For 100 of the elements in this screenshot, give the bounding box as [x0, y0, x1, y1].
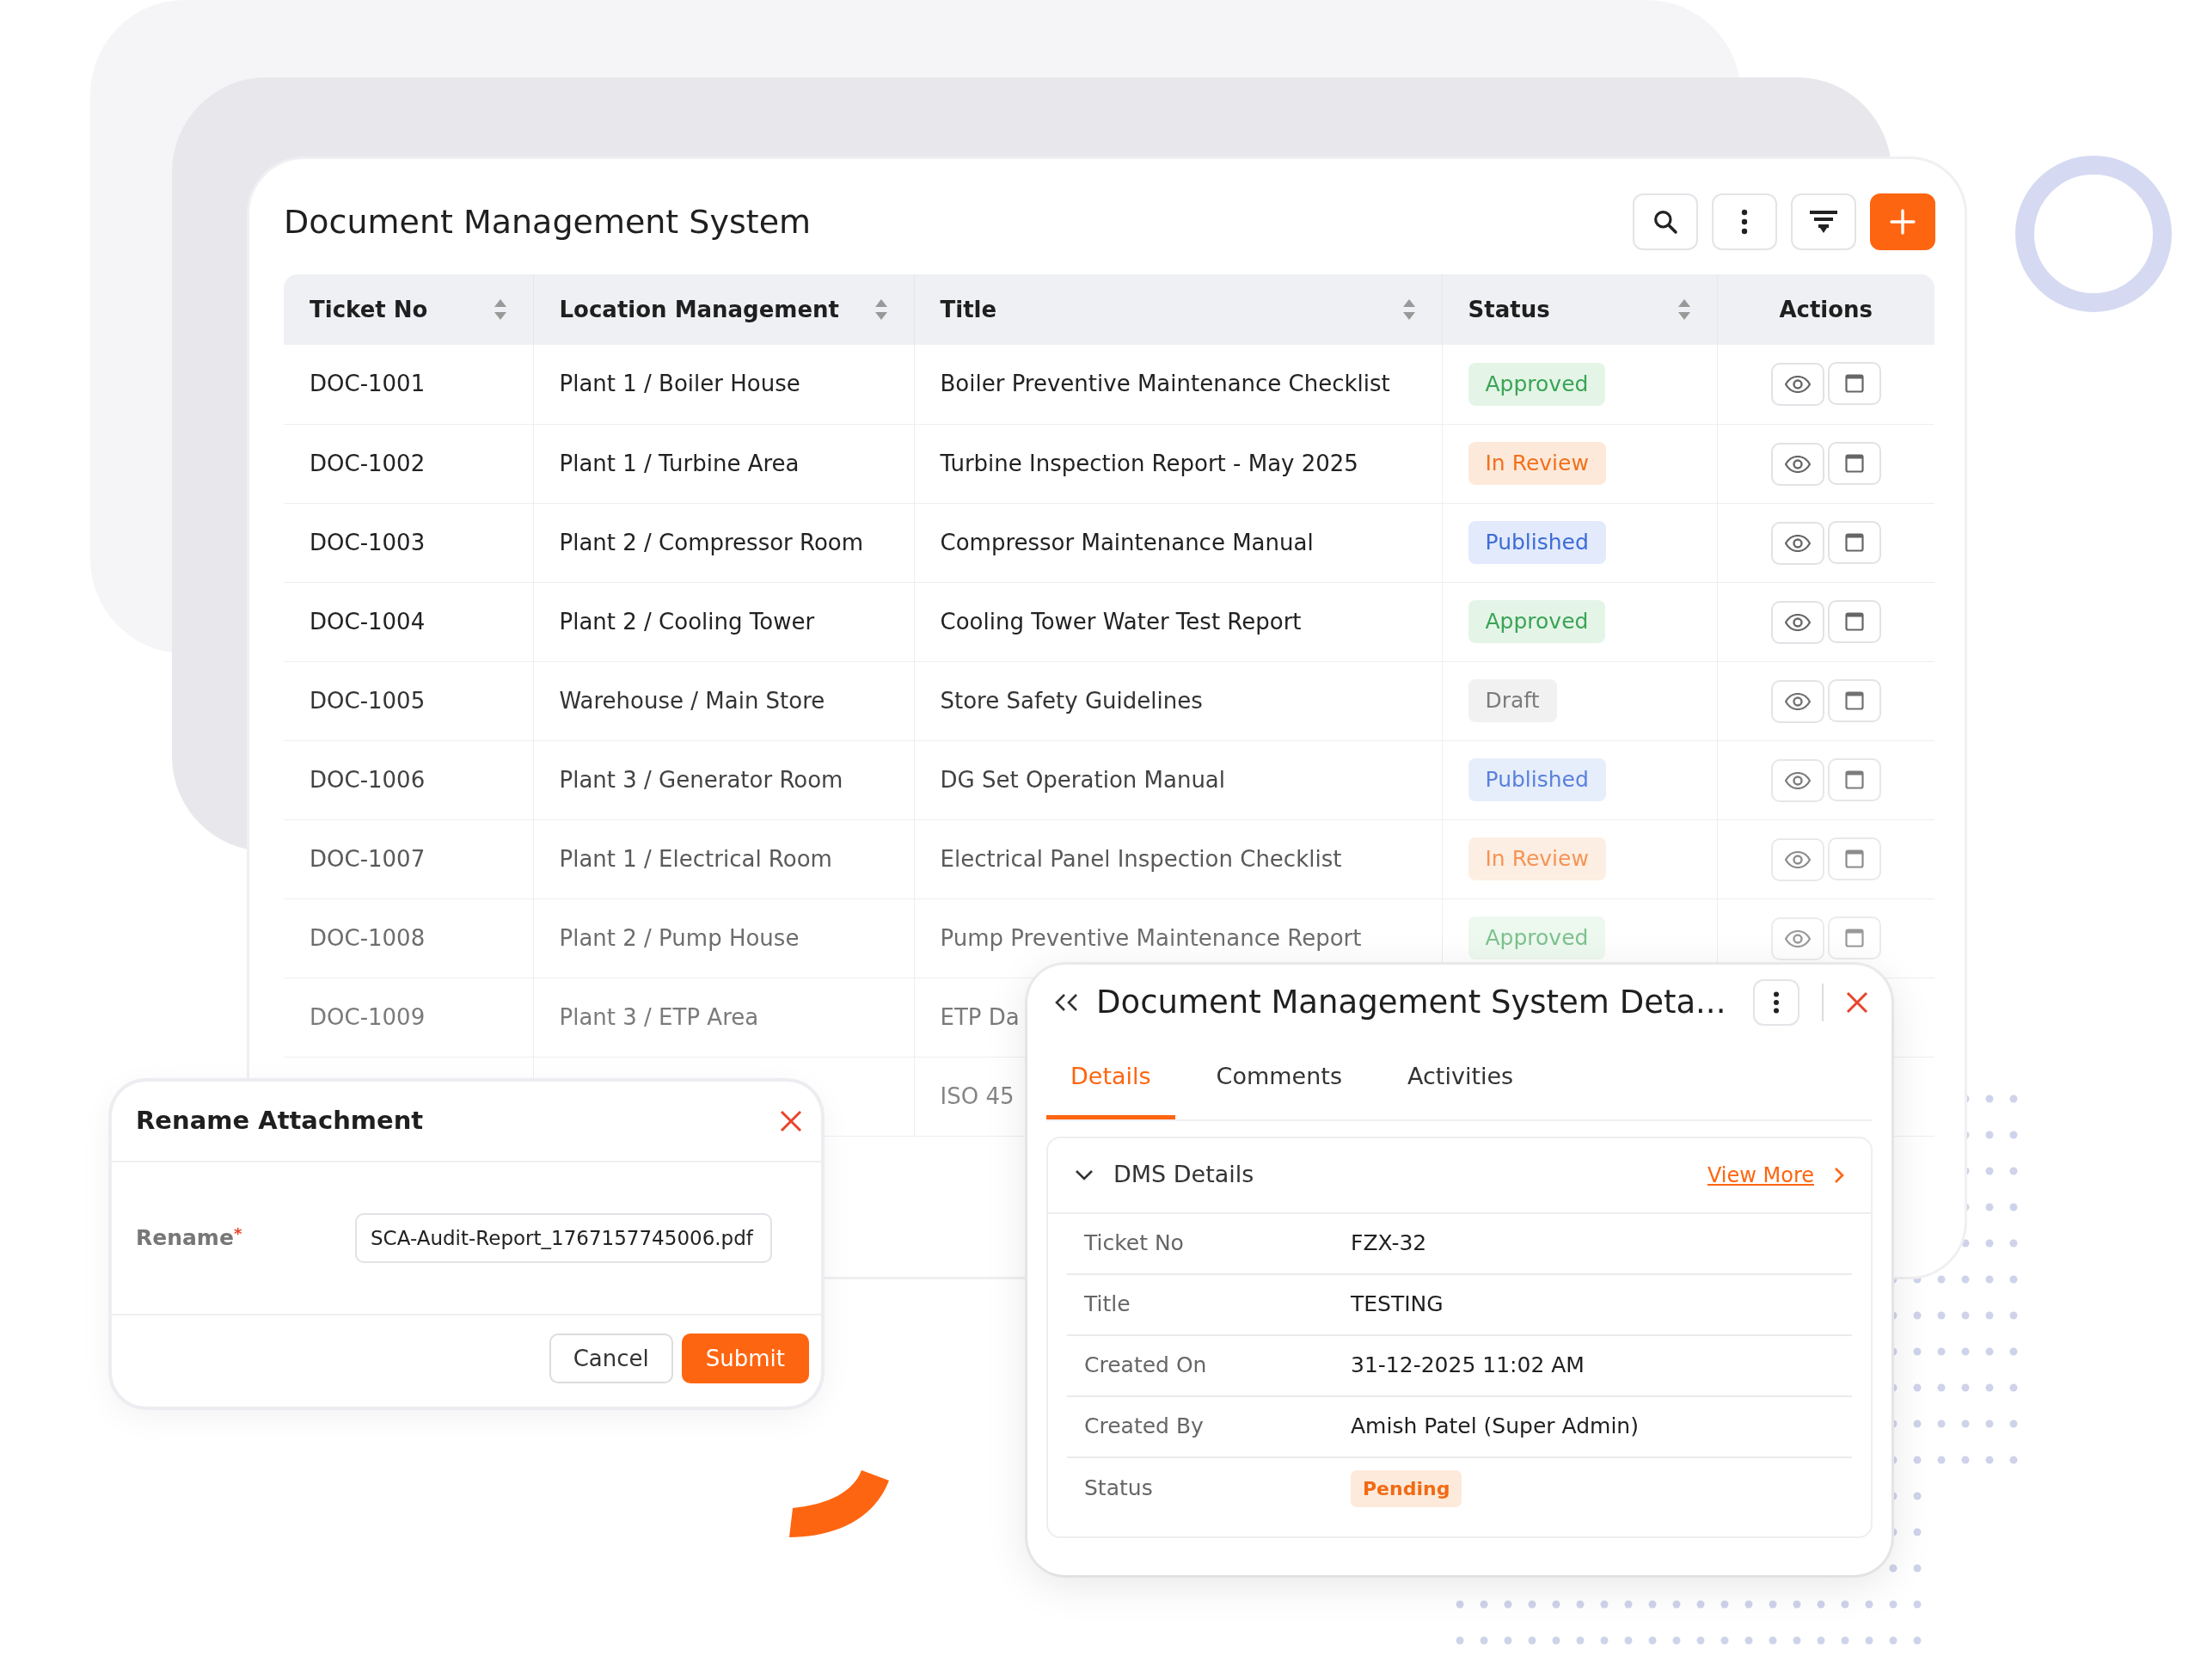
status-badge: In Review [1468, 442, 1606, 485]
eye-icon [1784, 850, 1811, 868]
field-label: Title [1084, 1291, 1131, 1319]
double-chevron-left-icon[interactable] [1053, 992, 1079, 1013]
filter-button[interactable] [1791, 193, 1856, 250]
sort-icon[interactable] [1401, 298, 1416, 321]
table-cell: DOC-1005 [310, 687, 426, 714]
cancel-button[interactable]: Cancel [549, 1334, 673, 1383]
table-cell: DG Set Operation Manual [940, 766, 1226, 793]
view-button[interactable] [1770, 363, 1824, 407]
tab[interactable]: Comments [1192, 1040, 1366, 1119]
close-icon[interactable] [780, 1110, 802, 1132]
table-cell: DOC-1007 [310, 845, 426, 872]
window-icon [1844, 928, 1864, 947]
filter-icon [1810, 211, 1837, 233]
eye-icon [1784, 771, 1811, 789]
section-title: DMS Details [1113, 1160, 1255, 1190]
column-header: Ticket No [310, 295, 428, 324]
table-cell: Warehouse / Main Store [559, 687, 825, 714]
window-button[interactable] [1827, 916, 1881, 960]
close-icon[interactable] [1846, 991, 1869, 1014]
table-cell: Electrical Panel Inspection Checklist [940, 845, 1342, 872]
window-icon [1844, 453, 1864, 473]
eye-icon [1784, 929, 1811, 947]
column-header: Title [940, 295, 997, 324]
view-button[interactable] [1770, 521, 1824, 565]
table-cell: Cooling Tower Water Test Report [940, 608, 1302, 635]
field-label: Rename* [136, 1223, 243, 1253]
eye-icon [1784, 613, 1811, 631]
table-cell: Plant 2 / Pump House [559, 924, 800, 951]
tab[interactable]: Activities [1383, 1040, 1538, 1119]
table-cell: Plant 2 / Compressor Room [559, 529, 864, 555]
eye-icon [1784, 455, 1811, 473]
sort-icon[interactable] [493, 298, 507, 321]
more-button[interactable] [1753, 979, 1800, 1026]
add-button[interactable] [1870, 193, 1935, 250]
sort-icon[interactable] [1677, 298, 1691, 321]
window-button[interactable] [1827, 441, 1881, 485]
window-button[interactable] [1827, 362, 1881, 406]
view-button[interactable] [1770, 679, 1824, 723]
window-icon [1844, 374, 1864, 394]
sort-icon[interactable] [874, 298, 888, 321]
table-cell: DOC-1009 [310, 1003, 426, 1030]
table-cell: Turbine Inspection Report - May 2025 [940, 450, 1358, 476]
status-badge: In Review [1468, 837, 1606, 880]
window-button[interactable] [1827, 757, 1881, 801]
window-icon [1844, 690, 1864, 710]
window-icon [1844, 769, 1864, 789]
chevron-down-icon[interactable] [1074, 1168, 1094, 1182]
table-cell: Boiler Preventive Maintenance Checklist [940, 371, 1390, 397]
table-cell: Compressor Maintenance Manual [940, 529, 1314, 555]
table-cell: Plant 1 / Electrical Room [559, 845, 832, 872]
status-badge: Draft [1468, 679, 1557, 722]
field-label: Ticket No [1084, 1229, 1185, 1258]
search-icon [1652, 208, 1679, 236]
status-badge: Published [1468, 758, 1606, 801]
window-button[interactable] [1827, 599, 1881, 643]
status-badge: Approved [1468, 917, 1606, 960]
view-button[interactable] [1770, 442, 1824, 486]
kebab-icon [1773, 991, 1781, 1014]
table-cell: Pump Preventive Maintenance Report [940, 924, 1362, 951]
window-icon [1844, 611, 1864, 631]
view-button[interactable] [1770, 758, 1824, 802]
status-badge: Approved [1468, 363, 1606, 406]
field-value: FZX-32 [1351, 1229, 1427, 1258]
window-button[interactable] [1827, 520, 1881, 564]
field-value: Amish Patel (Super Admin) [1351, 1413, 1639, 1441]
table-cell: DOC-1003 [310, 529, 426, 555]
column-header: Status [1468, 295, 1550, 324]
status-badge: Approved [1468, 600, 1606, 643]
field-label: Created On [1084, 1352, 1208, 1380]
window-button[interactable] [1827, 678, 1881, 722]
table-cell: DOC-1006 [310, 766, 426, 793]
table-cell: DOC-1004 [310, 608, 426, 635]
column-header: Actions [1779, 296, 1873, 322]
table-cell: DOC-1002 [310, 450, 426, 476]
table-cell: DOC-1001 [310, 371, 426, 397]
table-cell: Store Safety Guidelines [940, 687, 1203, 714]
window-button[interactable] [1827, 837, 1881, 880]
table-cell: Plant 1 / Boiler House [559, 371, 800, 397]
table-cell: Plant 3 / ETP Area [559, 1003, 759, 1030]
view-button[interactable] [1770, 917, 1824, 960]
table-cell: Plant 3 / Generator Room [559, 766, 843, 793]
view-button[interactable] [1770, 600, 1824, 644]
field-value: TESTING [1351, 1291, 1444, 1319]
eye-icon [1784, 692, 1811, 710]
dialog-title: Rename Attachment [136, 1105, 424, 1137]
table-cell: Plant 2 / Cooling Tower [559, 608, 815, 635]
field-label: Created By [1084, 1413, 1205, 1441]
eye-icon [1784, 534, 1811, 552]
view-button[interactable] [1770, 837, 1824, 881]
table-cell: Plant 1 / Turbine Area [559, 450, 800, 476]
search-button[interactable] [1633, 193, 1698, 250]
table-cell: ISO 45 [940, 1082, 1015, 1109]
field-label: Status [1084, 1475, 1154, 1503]
field-value: 31-12-2025 11:02 AM [1351, 1352, 1585, 1380]
status-badge: Published [1468, 521, 1606, 564]
rename-input[interactable]: SCA-Audit-Report_1767157745006.pdf [355, 1213, 772, 1263]
table-cell: ETP Da [940, 1003, 1020, 1030]
window-icon [1844, 532, 1864, 552]
